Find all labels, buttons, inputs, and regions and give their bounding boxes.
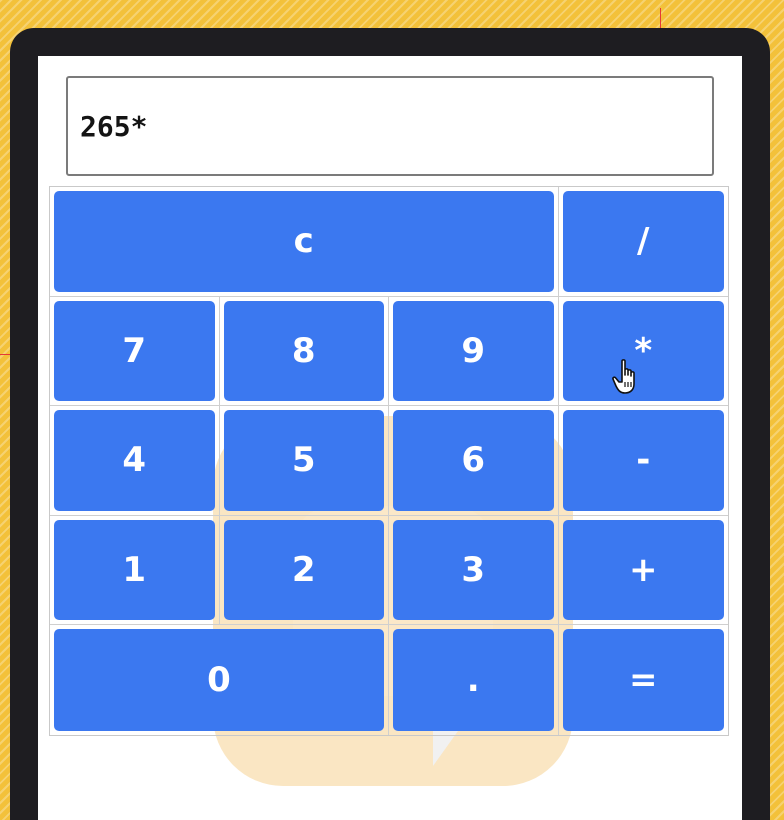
digit-9-button[interactable]: 9 xyxy=(393,300,554,402)
calculator-screen: 265* c / 7 8 9 * 4 5 6 - 1 2 3 + 0 . = xyxy=(38,56,742,820)
clear-button[interactable]: c xyxy=(54,191,554,292)
keypad-cell: 4 xyxy=(50,406,220,516)
keypad-cell: / xyxy=(558,187,728,297)
digit-3-button[interactable]: 3 xyxy=(393,519,554,621)
keypad-cell: 5 xyxy=(219,406,389,516)
digit-0-button[interactable]: 0 xyxy=(54,629,384,731)
keypad-cell: 6 xyxy=(389,406,559,516)
hand-pointer-icon xyxy=(612,359,635,394)
keypad-cell: 7 xyxy=(50,296,220,407)
digit-2-button[interactable]: 2 xyxy=(223,519,384,621)
digit-7-button[interactable]: 7 xyxy=(54,300,215,402)
keypad: c / 7 8 9 * 4 5 6 - 1 2 3 + 0 . = xyxy=(49,186,729,736)
keypad-cell: = xyxy=(559,625,729,735)
decimal-button[interactable]: . xyxy=(393,629,554,731)
digit-1-button[interactable]: 1 xyxy=(54,519,215,621)
digit-6-button[interactable]: 6 xyxy=(393,410,554,511)
keypad-cell: 1 xyxy=(50,515,220,626)
digit-8-button[interactable]: 8 xyxy=(223,300,384,402)
calculator-display[interactable]: 265* xyxy=(66,76,714,176)
keypad-cell: 0 xyxy=(50,625,389,735)
keypad-cell: + xyxy=(558,516,728,626)
keypad-cell: c xyxy=(50,187,559,297)
divide-button[interactable]: / xyxy=(562,191,724,292)
display-value: 265* xyxy=(80,109,148,143)
digit-4-button[interactable]: 4 xyxy=(54,410,215,511)
equals-button[interactable]: = xyxy=(562,629,724,731)
add-button[interactable]: + xyxy=(562,519,724,621)
keypad-cell: 9 xyxy=(389,296,559,407)
keypad-cell: - xyxy=(558,406,728,516)
keypad-cell: . xyxy=(389,625,559,735)
keypad-cell: 8 xyxy=(219,296,389,407)
subtract-button[interactable]: - xyxy=(562,410,724,511)
guide-line-vertical xyxy=(660,8,661,28)
keypad-cell: 2 xyxy=(219,515,389,626)
keypad-cell: 3 xyxy=(389,515,559,626)
digit-5-button[interactable]: 5 xyxy=(223,410,384,511)
guide-line-horizontal xyxy=(0,354,10,355)
